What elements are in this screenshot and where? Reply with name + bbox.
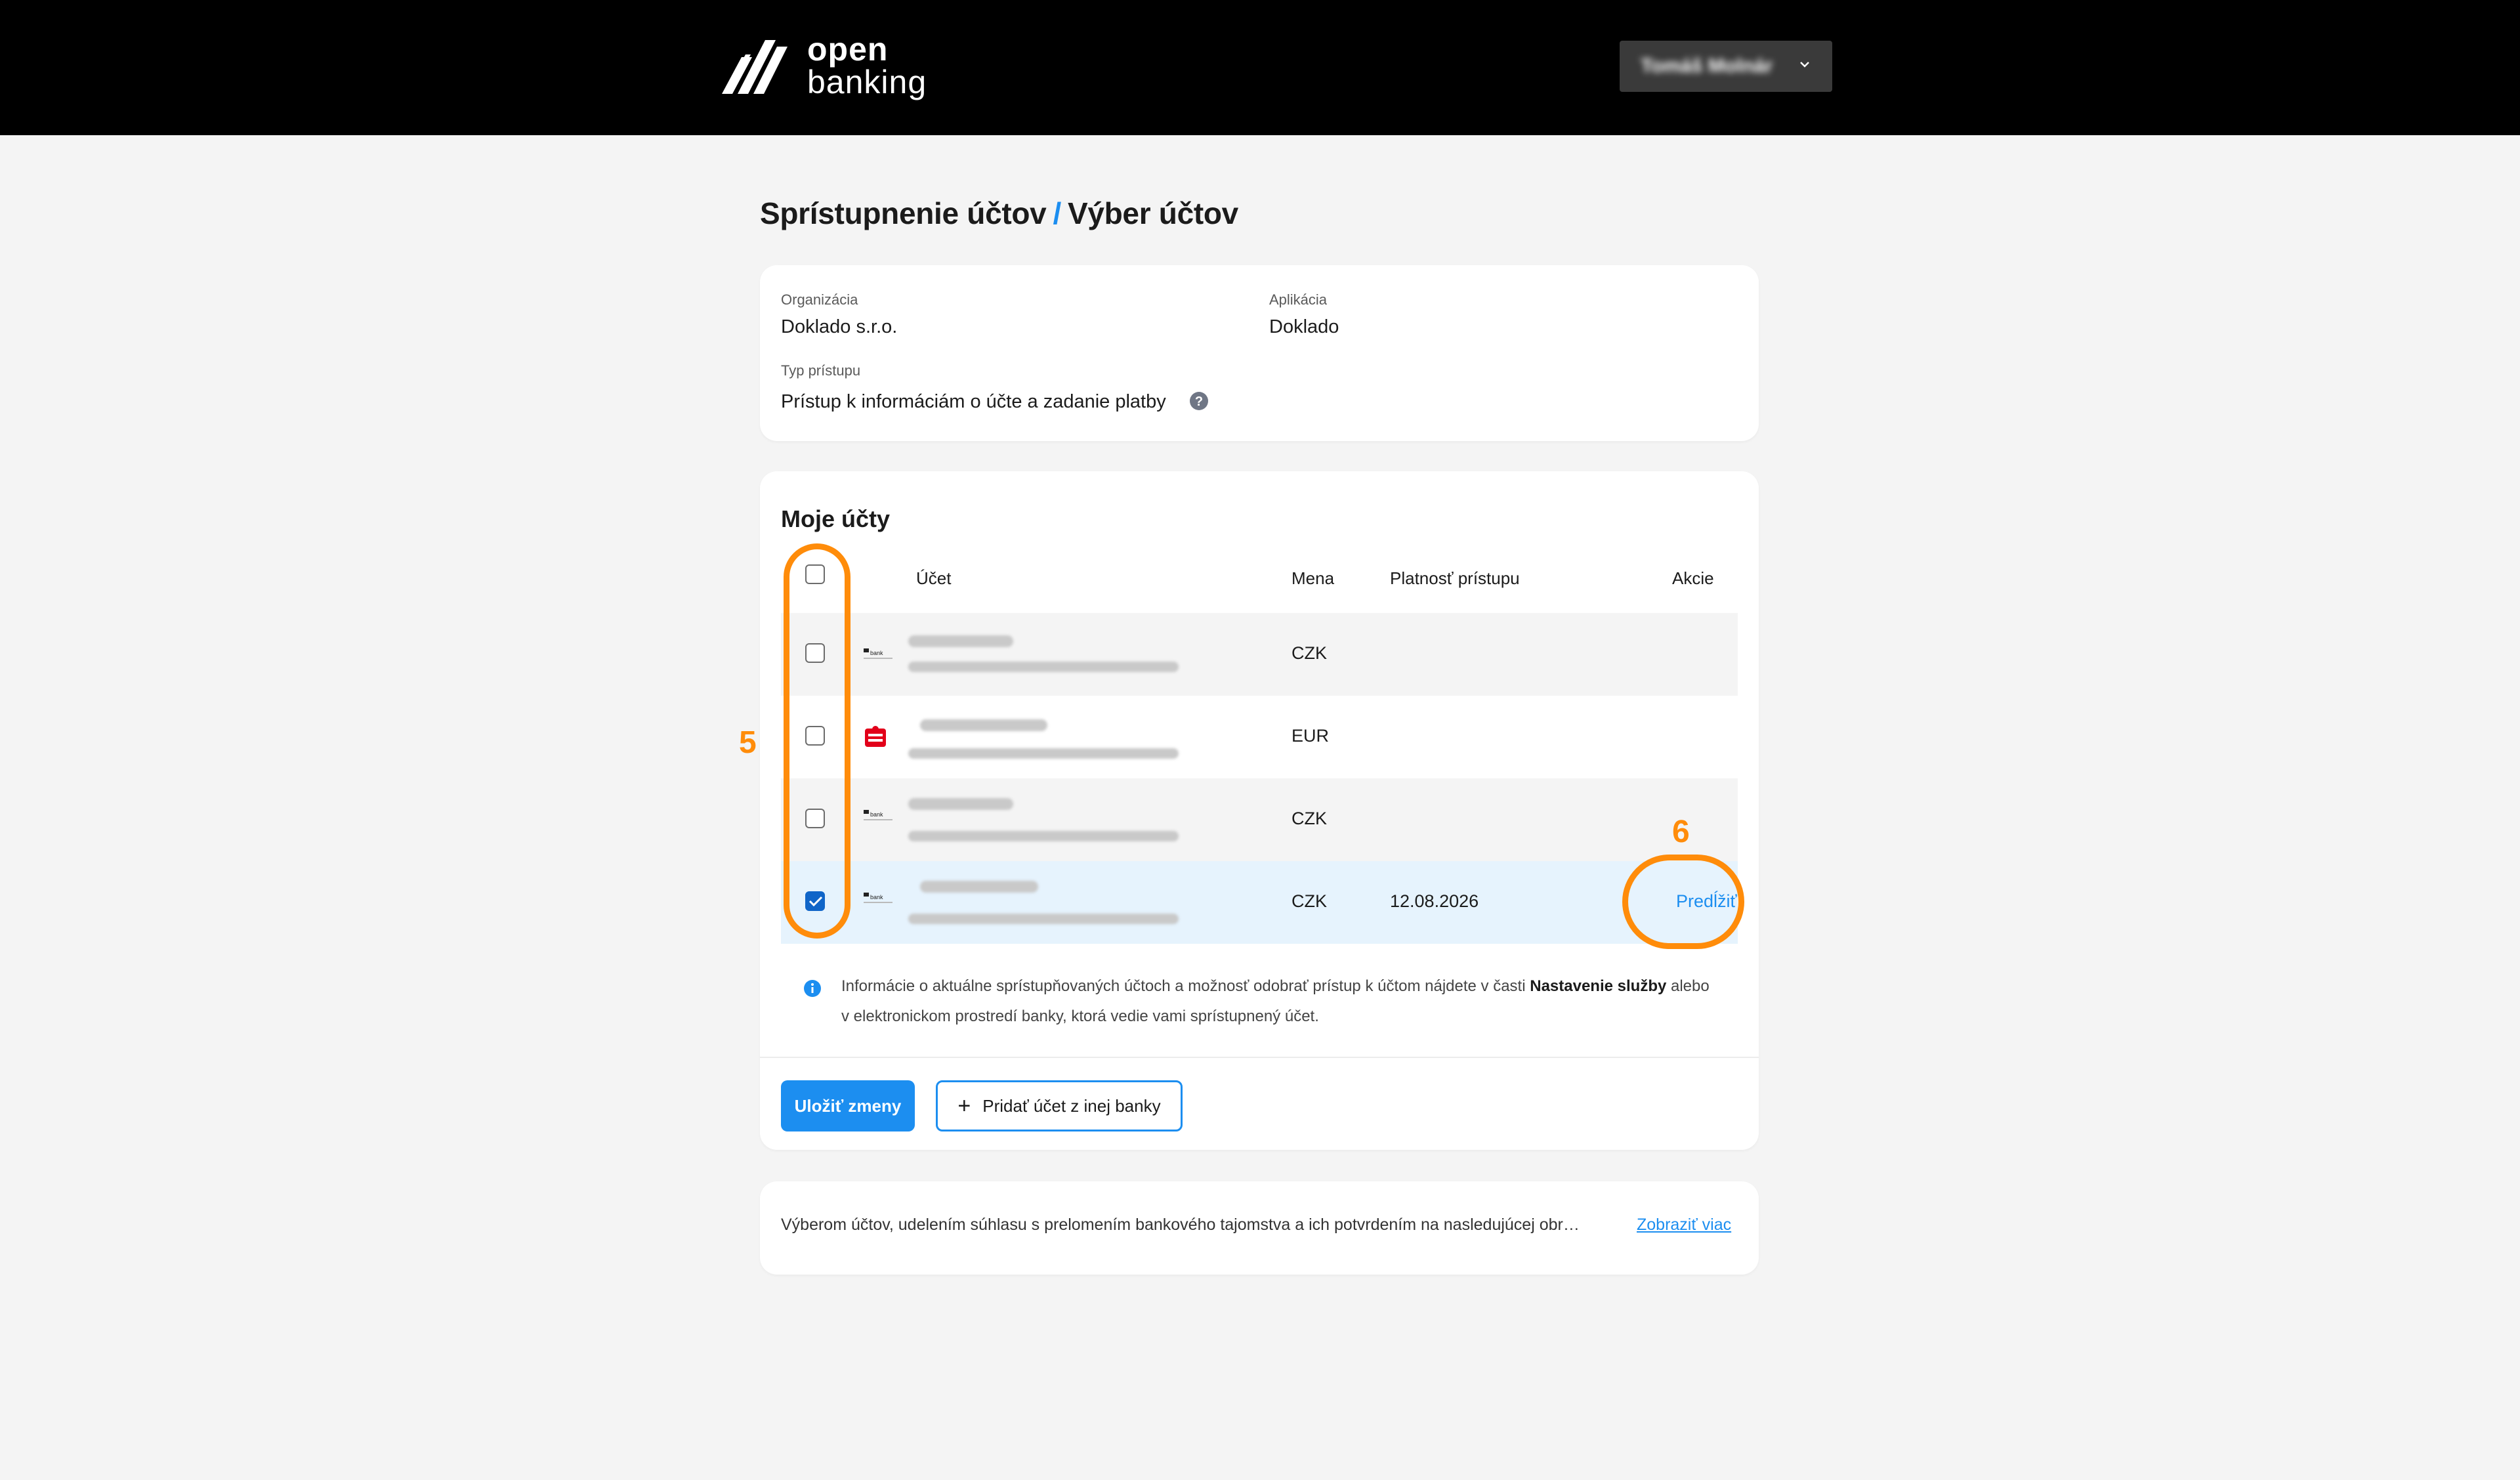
- add-account-label: Pridať účet z inej banky: [982, 1095, 1161, 1116]
- account-row: EUR: [781, 696, 1738, 778]
- svg-text:bank: bank: [870, 650, 883, 656]
- annotation-highlight-checkboxes: [784, 543, 850, 939]
- svg-text:bank: bank: [870, 811, 883, 818]
- account-number-redacted: [908, 662, 1179, 672]
- save-changes-button[interactable]: Uložiť zmeny: [781, 1080, 915, 1131]
- svg-text:bank: bank: [870, 894, 883, 900]
- logo-mark-icon: [722, 40, 788, 94]
- show-more-link[interactable]: Zobraziť viac: [1637, 1216, 1731, 1235]
- account-number-redacted: [908, 914, 1179, 924]
- account-number-redacted: [908, 748, 1179, 759]
- info-icon: [804, 980, 821, 997]
- currency-cell: CZK: [1292, 643, 1327, 663]
- top-header: open banking Tomáš Molnár: [0, 0, 2520, 135]
- page-title: Sprístupnenie účtov / Výber účtov: [760, 196, 1238, 231]
- breadcrumb-current: Výber účtov: [1067, 196, 1238, 230]
- account-row-selected: bank CZK 12.08.2026 Predĺžiť: [781, 861, 1738, 944]
- service-settings-link[interactable]: Nastavenie služby: [1530, 977, 1666, 995]
- consent-card: Výberom účtov, udelením súhlasu s prelom…: [760, 1181, 1759, 1275]
- help-icon[interactable]: ?: [1189, 391, 1209, 411]
- add-account-button[interactable]: + Pridať účet z inej banky: [936, 1080, 1183, 1131]
- application-label: Aplikácia: [1269, 291, 1328, 308]
- svg-text:?: ?: [1195, 394, 1203, 409]
- access-info-card: Organizácia Doklado s.r.o. Aplikácia Dok…: [760, 265, 1759, 441]
- application-value: Doklado: [1269, 316, 1339, 337]
- account-number-redacted: [908, 831, 1179, 841]
- bank-logo-icon: bank: [864, 893, 892, 903]
- annotation-highlight-extend: [1622, 855, 1744, 949]
- validity-cell: 12.08.2026: [1390, 891, 1479, 911]
- logo-text: open banking: [807, 33, 927, 98]
- info-note-text1: Informácie o aktuálne sprístupňovaných ú…: [841, 977, 1530, 995]
- account-name-redacted: [908, 798, 1013, 810]
- info-note: Informácie o aktuálne sprístupňovaných ú…: [841, 971, 1721, 1032]
- organization-label: Organizácia: [781, 291, 858, 308]
- annotation-label-5: 5: [739, 725, 757, 760]
- consent-text: Výberom účtov, udelením súhlasu s prelom…: [781, 1216, 1580, 1234]
- open-banking-logo[interactable]: open banking: [722, 33, 927, 98]
- plus-icon: +: [957, 1093, 971, 1118]
- annotation-label-6: 6: [1672, 814, 1690, 849]
- column-header-validity: Platnosť prístupu: [1390, 568, 1520, 588]
- chevron-down-icon: [1800, 62, 1809, 68]
- my-accounts-title: Moje účty: [781, 505, 891, 532]
- my-accounts-card: Moje účty Účet Mena Platnosť prístupu Ak…: [760, 471, 1759, 1150]
- bank-logo-icon: bank: [864, 810, 892, 820]
- breadcrumb-separator: /: [1053, 196, 1061, 230]
- currency-cell: EUR: [1292, 726, 1330, 746]
- bank-logo-icon: bank: [864, 648, 892, 659]
- access-type-label: Typ prístupu: [781, 362, 861, 379]
- breadcrumb-parent: Sprístupnenie účtov: [760, 196, 1047, 230]
- column-header-actions: Akcie: [1672, 568, 1714, 588]
- account-row: bank CZK: [781, 613, 1738, 696]
- account-name-redacted: [920, 719, 1047, 731]
- column-header-currency: Mena: [1292, 568, 1335, 588]
- organization-value: Doklado s.r.o.: [781, 316, 898, 337]
- user-name: Tomáš Molnár: [1641, 55, 1773, 77]
- column-header-account: Účet: [916, 568, 952, 588]
- currency-cell: CZK: [1292, 891, 1327, 911]
- logo-line2: banking: [807, 64, 927, 100]
- account-name-redacted: [920, 881, 1038, 893]
- currency-cell: CZK: [1292, 809, 1327, 828]
- logo-line1: open: [807, 31, 889, 68]
- account-name-redacted: [908, 635, 1013, 647]
- user-menu-button[interactable]: Tomáš Molnár: [1620, 41, 1832, 92]
- divider: [760, 1057, 1759, 1058]
- access-type-value: Prístup k informáciám o účte a zadanie p…: [781, 391, 1166, 412]
- sporitelna-logo-icon: [865, 726, 886, 747]
- account-row: bank CZK: [781, 778, 1738, 861]
